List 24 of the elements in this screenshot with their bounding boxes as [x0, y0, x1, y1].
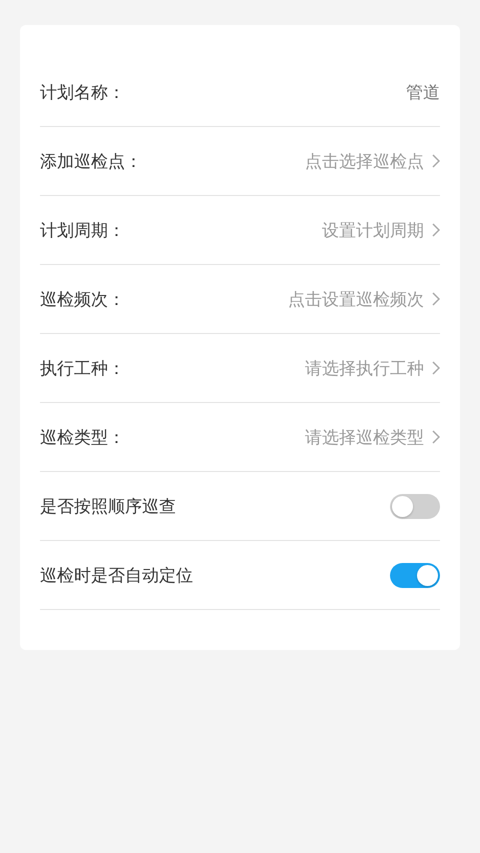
chevron-right-icon	[432, 154, 440, 168]
field-label: 巡检频次：	[40, 288, 125, 310]
chevron-right-icon	[432, 361, 440, 375]
field-label: 是否按照顺序巡查	[40, 496, 176, 518]
placeholder-text: 点击选择巡检点	[305, 150, 424, 172]
select-field[interactable]: 请选择巡检类型	[305, 426, 440, 448]
select-field[interactable]: 设置计划周期	[322, 218, 440, 242]
placeholder-text: 设置计划周期	[322, 220, 424, 242]
select-field[interactable]: 请选择执行工种	[305, 356, 440, 380]
input-field[interactable]: 管道	[260, 82, 440, 102]
field-label: 添加巡检点：	[40, 150, 142, 172]
field-label: 巡检时是否自动定位	[40, 564, 193, 586]
chevron-right-icon	[432, 223, 440, 237]
field-label: 计划名称：	[40, 82, 125, 104]
field-label: 执行工种：	[40, 358, 125, 380]
toggle-switch[interactable]	[390, 494, 440, 518]
select-field[interactable]: 点击选择巡检点	[305, 150, 440, 172]
toggle-switch[interactable]	[390, 562, 440, 588]
field-label: 计划周期：	[40, 220, 125, 242]
placeholder-text: 请选择执行工种	[305, 358, 424, 380]
placeholder-text: 请选择巡检类型	[305, 426, 424, 448]
chevron-right-icon	[432, 430, 440, 444]
chevron-right-icon	[432, 292, 440, 306]
field-label: 巡检类型：	[40, 426, 125, 448]
